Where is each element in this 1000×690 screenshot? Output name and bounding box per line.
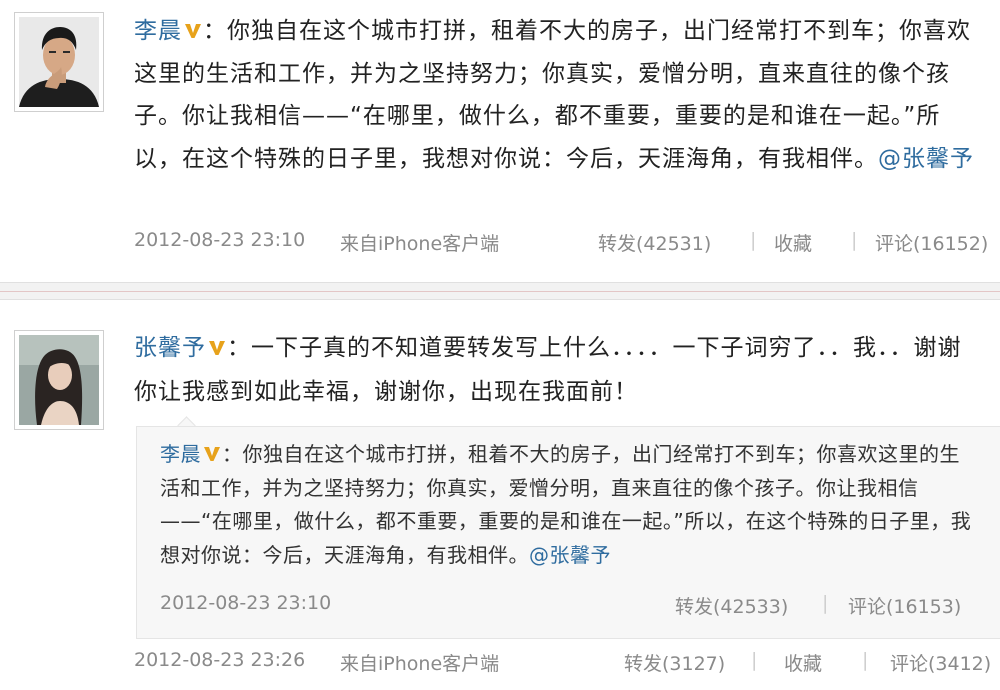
post-1-meta: 2012-08-23 23:10 来自iPhone客户端 转发(42531) |… (134, 229, 1000, 259)
source-link[interactable]: 来自iPhone客户端 (340, 649, 499, 676)
repost-button[interactable]: 转发(42531) (598, 229, 711, 256)
quoted-author-name[interactable]: 李晨 (160, 442, 201, 466)
avatar-man-icon (19, 17, 99, 107)
comment-button[interactable]: 评论(3412) (890, 649, 991, 676)
source-link[interactable]: 来自iPhone客户端 (340, 229, 499, 256)
author-name[interactable]: 张馨予 (134, 335, 206, 361)
post-text: ：一下子真的不知道要转发写上什么．．．．一下子词穷了．．我．．谢谢你让我感到如此… (134, 335, 962, 405)
quoted-post-body: 李晨 ：你独自在这个城市打拼，租着不大的房子，出门经常打不到车；你喜欢这里的生活和… (160, 438, 975, 572)
quoted-repost-button[interactable]: 转发(42533) (675, 592, 788, 619)
quoted-timestamp-link[interactable]: 2012-08-23 23:10 (160, 592, 331, 614)
separator: | (751, 649, 758, 671)
comment-button[interactable]: 评论(16152) (875, 229, 988, 256)
avatar-li-chen[interactable] (14, 12, 104, 112)
post-2-meta: 2012-08-23 23:26 来自iPhone客户端 转发(3127) | … (134, 649, 1000, 679)
quoted-mention-link[interactable]: @张馨予 (529, 543, 611, 567)
post-1-body: 李晨 ：你独自在这个城市打拼，租着不大的房子，出门经常打不到车；你喜欢这里的生活和… (134, 10, 984, 180)
separator: | (862, 649, 869, 671)
mention-link[interactable]: @张馨予 (878, 146, 974, 172)
quoted-comment-button[interactable]: 评论(16153) (848, 592, 961, 619)
repost-button[interactable]: 转发(3127) (624, 649, 725, 676)
quoted-post-meta: 2012-08-23 23:10 转发(42533) | 评论(16153) (160, 592, 1000, 620)
v-verified-icon (209, 341, 225, 355)
avatar-woman-icon (19, 335, 99, 425)
separator: | (822, 592, 829, 614)
post-text: ：你独自在这个城市打拼，租着不大的房子，出门经常打不到车；你喜欢这里的生活和工作… (134, 18, 971, 172)
separator: | (750, 229, 757, 251)
avatar-zhang-xinyu[interactable] (14, 330, 104, 430)
post-2-body: 张馨予 ：一下子真的不知道要转发写上什么．．．．一下子词穷了．．我．．谢谢你让我感… (134, 326, 984, 414)
favorite-button[interactable]: 收藏 (784, 649, 822, 676)
v-verified-icon (204, 447, 220, 461)
timestamp-link[interactable]: 2012-08-23 23:10 (134, 229, 305, 251)
author-name[interactable]: 李晨 (134, 18, 182, 44)
separator: | (851, 229, 858, 251)
timestamp-link[interactable]: 2012-08-23 23:26 (134, 649, 305, 671)
feed-divider (0, 282, 1000, 300)
favorite-button[interactable]: 收藏 (774, 229, 812, 256)
v-verified-icon (185, 24, 201, 38)
